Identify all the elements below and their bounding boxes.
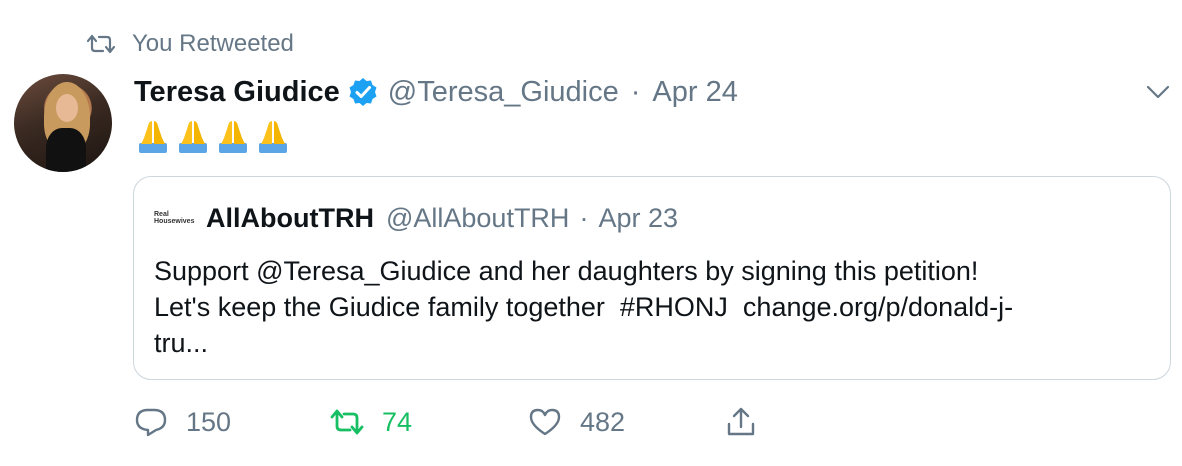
folded-hands-icon	[219, 121, 247, 153]
quoted-separator-dot: ·	[579, 202, 589, 233]
folded-hands-icon	[139, 121, 167, 153]
quoted-author-name: AllAboutTRH	[206, 202, 374, 233]
quoted-tweet-date: Apr 23	[598, 202, 678, 233]
share-icon	[727, 407, 755, 436]
tweet-header: Teresa Giudice @Teresa_Giudice · Apr 24	[134, 74, 738, 110]
retweet-icon	[330, 409, 364, 435]
retweet-count: 74	[382, 406, 413, 437]
tweet-date[interactable]: Apr 24	[652, 76, 737, 109]
tweet-text: 🙏🙏🙏🙏	[134, 118, 292, 154]
reply-button[interactable]: 150	[134, 402, 231, 442]
reply-count: 150	[186, 406, 232, 437]
verified-badge-icon	[349, 78, 377, 106]
heart-icon	[529, 408, 561, 436]
quoted-tweet-card[interactable]: Real Housewives AllAboutTRH @AllAboutTRH…	[133, 176, 1171, 380]
retweet-context: You Retweeted	[86, 30, 294, 58]
quoted-text-line-2: Let's keep the Giudice family together #…	[154, 292, 1014, 322]
retweet-context-label: You Retweeted	[132, 30, 294, 57]
tweet-actions: 150 74 482	[134, 402, 834, 442]
reply-icon	[135, 408, 167, 437]
author-name[interactable]: Teresa Giudice	[134, 76, 340, 109]
author-handle[interactable]: @Teresa_Giudice	[388, 76, 619, 109]
retweet-icon	[86, 34, 116, 54]
quoted-text-line-3: tru...	[154, 328, 209, 358]
chevron-down-icon[interactable]	[1146, 84, 1170, 100]
folded-hands-icon	[179, 121, 207, 153]
share-button[interactable]	[724, 402, 776, 442]
quoted-text-line-1: Support @Teresa_Giudice and her daughter…	[154, 256, 979, 286]
real-housewives-logo: Real Housewives	[154, 211, 195, 225]
quoted-tweet-header: Real Housewives AllAboutTRH @AllAboutTRH…	[154, 201, 678, 235]
retweet-button[interactable]: 74	[330, 402, 412, 442]
quoted-author-handle: @AllAboutTRH	[385, 202, 570, 233]
folded-hands-icon	[259, 121, 287, 153]
quoted-tweet-text: Support @Teresa_Giudice and her daughter…	[154, 253, 1154, 361]
like-count: 482	[580, 406, 626, 437]
separator-dot: ·	[630, 75, 641, 108]
like-button[interactable]: 482	[528, 402, 625, 442]
avatar[interactable]	[14, 74, 112, 172]
